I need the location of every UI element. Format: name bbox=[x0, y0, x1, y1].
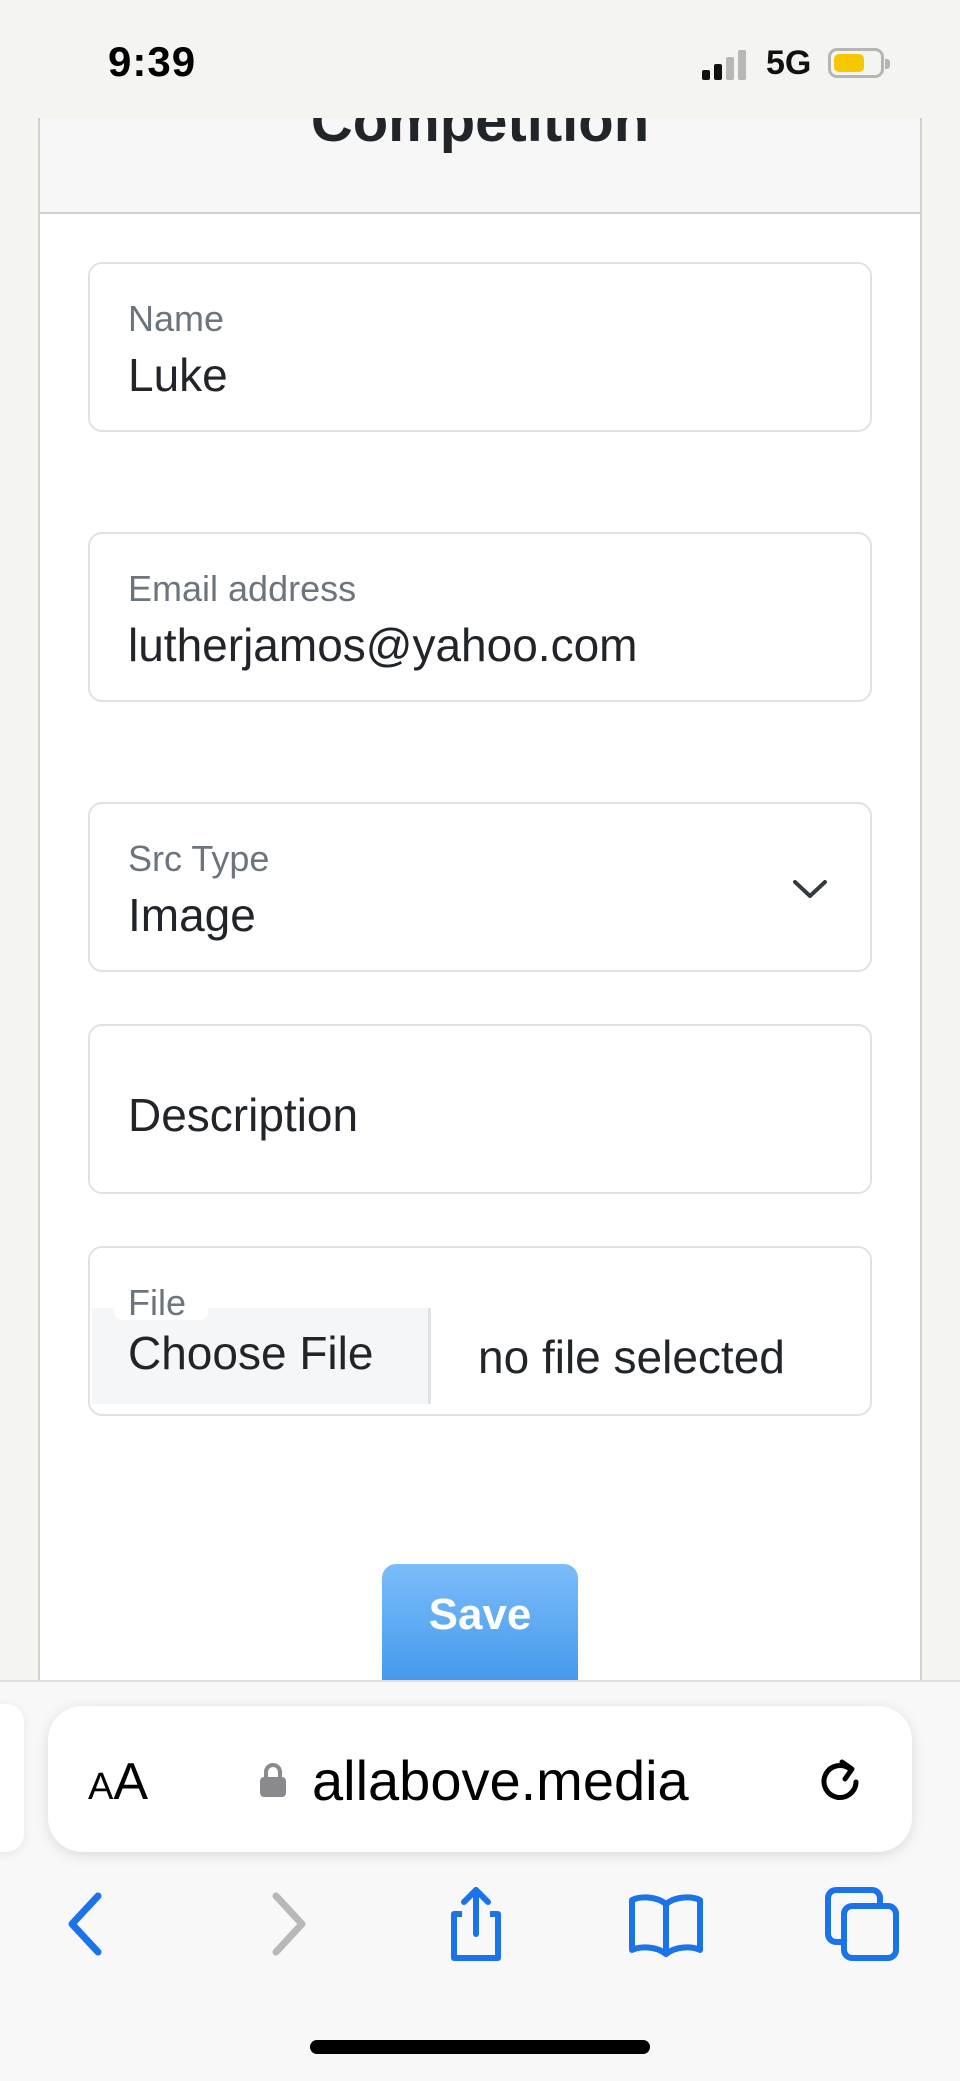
email-value: lutherjamos@yahoo.com bbox=[128, 619, 638, 671]
bookmarks-icon[interactable] bbox=[626, 1884, 706, 1964]
back-icon[interactable] bbox=[46, 1884, 126, 1964]
url-text[interactable]: allabove.media bbox=[312, 1748, 689, 1813]
email-label: Email address bbox=[128, 568, 357, 609]
home-indicator bbox=[310, 2040, 650, 2054]
share-icon[interactable] bbox=[436, 1884, 516, 1964]
file-label: File bbox=[128, 1282, 187, 1323]
card-header: Competition bbox=[40, 118, 920, 214]
reader-settings-button[interactable]: AA bbox=[88, 1752, 148, 1812]
src-type-value: Image bbox=[128, 889, 256, 941]
choose-file-label: Choose File bbox=[128, 1327, 374, 1379]
src-type-select[interactable]: Src Type Image bbox=[88, 802, 872, 972]
reload-icon[interactable] bbox=[812, 1752, 868, 1808]
name-field[interactable]: Name Luke bbox=[88, 262, 872, 432]
battery-icon bbox=[828, 48, 890, 78]
file-status: no file selected bbox=[478, 1331, 785, 1383]
save-button-label: Save bbox=[428, 1590, 532, 1639]
email-field[interactable]: Email address lutherjamos@yahoo.com bbox=[88, 532, 872, 702]
save-button[interactable]: Save bbox=[382, 1564, 578, 1694]
name-value: Luke bbox=[128, 349, 228, 401]
description-placeholder: Description bbox=[128, 1089, 359, 1141]
chevron-down-icon bbox=[793, 880, 827, 898]
cellular-signal-icon bbox=[702, 48, 752, 80]
file-field: Choose File File no file selected bbox=[88, 1246, 872, 1416]
page-title: Competition bbox=[310, 118, 650, 154]
name-label: Name bbox=[128, 298, 225, 339]
status-time: 9:39 bbox=[108, 38, 197, 85]
tabs-icon[interactable] bbox=[824, 1884, 904, 1964]
forward-icon[interactable] bbox=[248, 1884, 328, 1964]
src-type-label: Src Type bbox=[128, 838, 270, 879]
description-field[interactable]: Description bbox=[88, 1024, 872, 1194]
lock-icon bbox=[260, 1763, 286, 1797]
network-type: 5G bbox=[766, 44, 812, 82]
previous-tab-peek[interactable] bbox=[0, 1704, 24, 1852]
